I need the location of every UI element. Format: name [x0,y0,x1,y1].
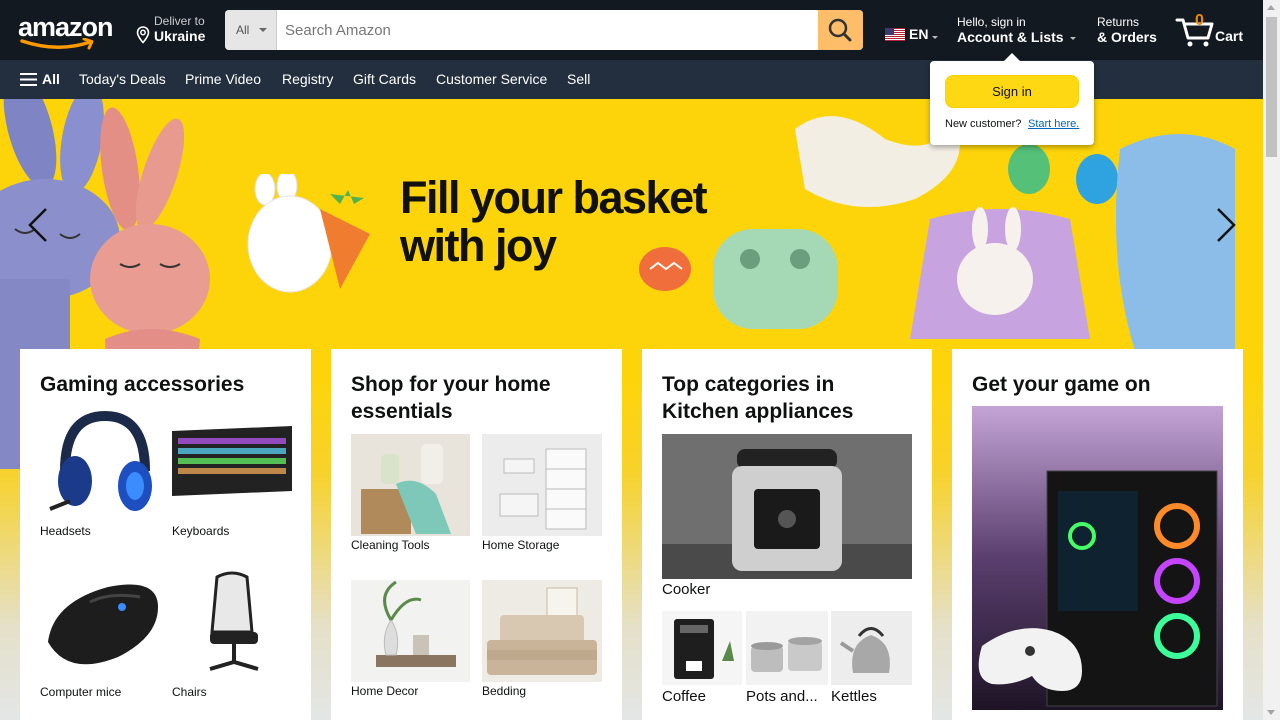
tile-caption: Coffee [662,688,706,705]
top-nav-bar: amazon Deliver to Ukraine All Search Ama… [0,0,1263,60]
keyboard-image [172,406,292,523]
coffee-machine-image [662,611,742,685]
pressure-cooker-image [662,434,912,579]
tile-computer-mice[interactable]: Computer mice [40,567,160,699]
us-flag-icon [885,28,905,41]
search-button[interactable] [818,10,863,50]
deliver-label: Deliver to [154,14,205,28]
search-category-label: All [236,23,250,37]
new-customer-label: New customer? [945,118,1022,130]
bedding-image [482,580,602,682]
card-title: Gaming accessories [40,373,245,396]
card-title-line1: Top categories in [662,373,835,396]
easter-toys-image [639,116,1235,369]
cart-button[interactable]: 0 Cart [1175,12,1250,48]
amazon-logo[interactable]: amazon [18,14,118,50]
computer-mouse-image [40,567,160,682]
tile-caption: Cleaning Tools [351,538,430,552]
chevron-down-icon [1070,37,1076,40]
logo-smile-icon [20,38,94,50]
logo-text: amazon [18,12,114,42]
card-title-line1: Shop for your home [351,373,551,396]
scroll-up-arrow-icon[interactable] [1267,5,1275,10]
orders-label: & Orders [1097,29,1157,45]
tile-caption: Computer mice [40,685,122,699]
page-scrollbar[interactable] [1263,0,1280,720]
chevron-down-icon [932,36,938,39]
tile-caption: Home Storage [482,538,560,552]
nav-customer-service[interactable]: Customer Service [436,71,547,87]
tile-home-storage[interactable]: Home Storage [482,434,602,554]
location-pin-icon [136,26,150,44]
tile-cleaning-tools[interactable]: Cleaning Tools [351,434,470,554]
card-gaming-accessories: Gaming accessories Headsets Keyboards Co… [20,349,311,720]
pop-it-bunny-image [247,174,370,293]
tile-kettles[interactable]: Kettles [831,611,912,706]
gaming-chair-image [172,567,292,682]
tile-caption: Chairs [172,685,207,699]
tile-headsets[interactable]: Headsets [40,406,160,538]
card-title-line2: essentials [351,400,453,423]
cleaning-tools-image [351,434,470,536]
returns-and-orders[interactable]: Returns & Orders [1097,15,1157,45]
card-kitchen-appliances: Top categories in Kitchen appliances Coo… [642,349,932,720]
tile-caption: Home Decor [351,684,419,698]
start-here-link[interactable]: Start here. [1028,118,1079,130]
tile-caption: Pots and... [746,688,818,705]
carousel-next-arrow[interactable] [1210,205,1240,245]
home-storage-image [482,434,602,536]
tile-cooker[interactable]: Cooker [662,434,912,600]
gaming-pc-image [972,406,1223,710]
flyout-pointer [1004,53,1020,61]
nav-sell[interactable]: Sell [567,71,590,87]
card-get-your-game-on: Get your game on [952,349,1243,720]
search-input[interactable] [277,10,818,50]
returns-label: Returns [1097,15,1140,29]
tile-caption: Bedding [482,684,527,698]
account-label: Account & Lists [957,29,1064,45]
tile-caption: Headsets [40,524,91,538]
tile-pots-and-pans[interactable]: Pots and... [746,611,828,706]
card-title: Get your game on [972,373,1151,396]
card-title: Top categories in Kitchen appliances [662,371,853,425]
home-decor-image [351,580,470,682]
tile-coffee[interactable]: Coffee [662,611,742,706]
cart-count: 0 [1195,12,1204,29]
nav-todays-deals[interactable]: Today's Deals [79,71,166,87]
scroll-down-arrow-icon[interactable] [1267,710,1275,715]
hamburger-menu-icon [20,73,37,86]
all-menu-label: All [42,71,60,87]
cart-label: Cart [1215,28,1244,44]
tile-caption: Keyboards [172,524,230,538]
card-title: Shop for your home essentials [351,371,551,425]
headset-image [40,406,160,523]
tile-bedding[interactable]: Bedding [482,580,602,700]
carousel-prev-arrow[interactable] [24,205,54,245]
kettle-image [831,611,912,685]
search-category-dropdown[interactable]: All [225,10,277,50]
tile-caption: Kettles [831,688,877,705]
account-and-lists[interactable]: Hello, sign in Account & Lists [957,15,1079,49]
card-title-line2: Kitchen appliances [662,400,854,423]
card-home-essentials: Shop for your home essentials Cleaning T… [331,349,622,720]
chevron-down-icon [259,28,267,32]
account-greeting: Hello, sign in [957,15,1026,29]
pots-image [746,611,828,685]
nav-prime-video[interactable]: Prime Video [185,71,261,87]
deliver-country: Ukraine [154,28,206,44]
scrollbar-thumb[interactable] [1266,17,1277,157]
language-code: EN [909,26,929,42]
search-bar: All [225,10,863,50]
tile-home-decor[interactable]: Home Decor [351,580,470,700]
tile-gaming-pc[interactable] [972,406,1223,710]
signin-flyout: Sign in New customer? Start here. [930,53,1094,145]
signin-button[interactable]: Sign in [945,75,1079,108]
search-icon [828,18,852,42]
nav-registry[interactable]: Registry [282,71,333,87]
tile-caption: Cooker [662,581,711,598]
nav-gift-cards[interactable]: Gift Cards [353,71,416,87]
tile-chairs[interactable]: Chairs [172,567,292,699]
tile-keyboards[interactable]: Keyboards [172,406,292,538]
